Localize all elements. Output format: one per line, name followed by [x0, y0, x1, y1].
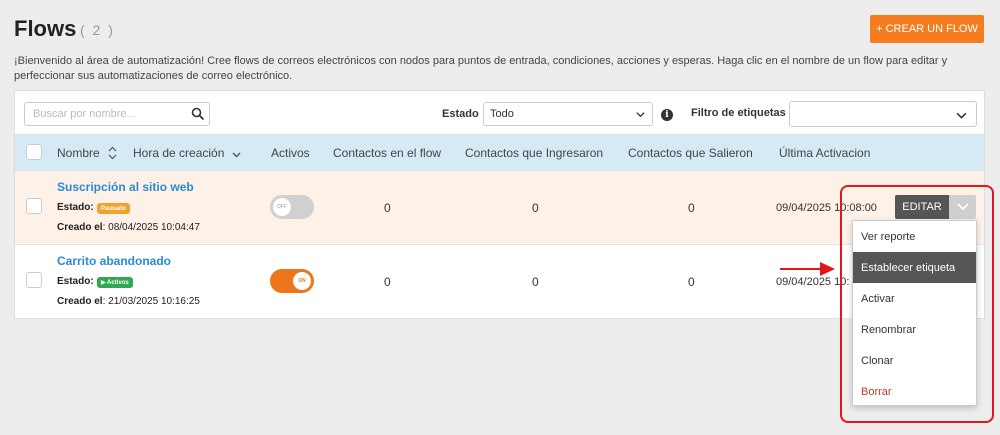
- header-entered: Contactos que Ingresaron: [465, 146, 604, 160]
- contacts-left: 0: [688, 275, 695, 289]
- created-label: Creado el: [57, 222, 103, 233]
- page-title: Flows: [14, 16, 77, 41]
- contacts-entered: 0: [532, 201, 539, 215]
- sort-icon[interactable]: [108, 146, 117, 160]
- annotation-arrow-icon: [780, 262, 835, 276]
- created-date: Creado el: 08/04/2025 10:04:47: [57, 222, 200, 233]
- toggle-knob: ON: [293, 272, 311, 290]
- state-label: Estado:: [57, 276, 94, 287]
- active-toggle[interactable]: ON: [270, 269, 314, 293]
- created-label: Creado el: [57, 296, 103, 307]
- menu-item-set-tag[interactable]: Establecer etiqueta: [853, 252, 976, 283]
- created-value: : 08/04/2025 10:04:47: [102, 222, 200, 233]
- header-in-flow: Contactos en el flow: [333, 146, 442, 160]
- intro-text: ¡Bienvenido al área de automatización! C…: [14, 55, 948, 82]
- actions-dropdown-menu: Ver reporte Establecer etiqueta Activar …: [852, 220, 977, 406]
- table-row: Suscripción al sitio web Estado: Pausado…: [15, 171, 984, 245]
- menu-item-delete[interactable]: Borrar: [853, 376, 976, 407]
- tags-filter-label: Filtro de etiquetas: [691, 107, 786, 119]
- flow-name-link[interactable]: Carrito abandonado: [57, 254, 171, 268]
- status-badge: ▶ Activos: [97, 277, 133, 288]
- flow-count: ( 2 ): [80, 22, 115, 38]
- table-header: Nombre Hora de creación Activos Contacto…: [15, 134, 984, 171]
- contacts-left: 0: [688, 201, 695, 215]
- created-date: Creado el: 21/03/2025 10:16:25: [57, 296, 200, 307]
- chevron-down-icon: [956, 112, 967, 119]
- row-checkbox[interactable]: [26, 272, 42, 288]
- edit-dropdown-toggle[interactable]: [949, 195, 976, 219]
- estado-select[interactable]: Todo: [483, 102, 653, 126]
- header-created[interactable]: Hora de creación: [133, 146, 224, 160]
- create-flow-button[interactable]: + CREAR UN FLOW: [870, 15, 984, 43]
- toggle-knob: OFF: [273, 198, 291, 216]
- search-input[interactable]: [24, 102, 210, 126]
- menu-item-clone[interactable]: Clonar: [853, 345, 976, 376]
- menu-item-activate[interactable]: Activar: [853, 283, 976, 314]
- contacts-in-flow: 0: [384, 201, 391, 215]
- status-badge: Pausado: [97, 203, 131, 214]
- chevron-down-icon[interactable]: [232, 148, 241, 162]
- state-label: Estado:: [57, 202, 94, 213]
- created-value: : 21/03/2025 10:16:25: [102, 296, 200, 307]
- header-active: Activos: [271, 146, 310, 160]
- estado-select-value: Todo: [490, 108, 514, 120]
- header-left: Contactos que Salieron: [628, 146, 753, 160]
- active-toggle[interactable]: OFF: [270, 195, 314, 219]
- flows-panel: Estado Todo i Filtro de etiquetas Nombre…: [14, 90, 985, 319]
- flow-name-link[interactable]: Suscripción al sitio web: [57, 180, 194, 194]
- header-name[interactable]: Nombre: [57, 146, 100, 160]
- menu-item-view-report[interactable]: Ver reporte: [853, 221, 976, 252]
- select-all-checkbox[interactable]: [26, 144, 42, 160]
- chevron-down-icon: [956, 203, 969, 211]
- menu-item-rename[interactable]: Renombrar: [853, 314, 976, 345]
- table-row: Carrito abandonado Estado: ▶ Activos Cre…: [15, 245, 984, 319]
- estado-label: Estado: [442, 108, 479, 120]
- info-icon[interactable]: i: [661, 109, 673, 121]
- search-icon[interactable]: [191, 107, 205, 121]
- last-activation: 09/04/2025 10:: [776, 276, 850, 288]
- contacts-in-flow: 0: [384, 275, 391, 289]
- contacts-entered: 0: [532, 275, 539, 289]
- tags-filter-select[interactable]: [789, 101, 977, 127]
- last-activation: 09/04/2025 10:08:00: [776, 202, 877, 214]
- chevron-down-icon: [636, 112, 645, 118]
- edit-button[interactable]: EDITAR: [895, 195, 949, 219]
- row-checkbox[interactable]: [26, 198, 42, 214]
- header-last-activation: Última Activacion: [779, 146, 871, 160]
